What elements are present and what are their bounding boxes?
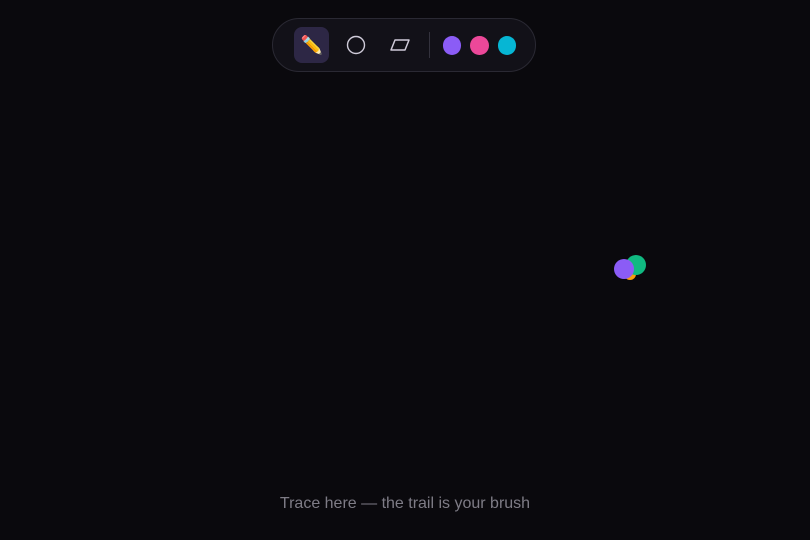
brush-trail [614,255,646,280]
pencil-tool-button[interactable]: ✏️ [294,27,330,63]
color-swatch-purple[interactable] [442,35,462,55]
eraser-icon [390,39,411,51]
toolbar-divider [429,32,431,58]
eraser-tool-button[interactable] [383,27,418,63]
trail-dot-purple [614,259,634,279]
color-swatch-pink[interactable] [470,35,489,55]
hint-text: Trace here — the trail is your brush [279,495,531,512]
color-swatch-cyan[interactable] [497,35,517,55]
pencil-icon: ✏️ [300,35,323,55]
circle-icon [346,35,366,55]
circle-tool-button[interactable] [338,27,373,63]
toolbar: ✏️ [272,18,536,72]
drawing-canvas[interactable]: ✏️ Trace here — the trail is your brush [0,0,810,540]
